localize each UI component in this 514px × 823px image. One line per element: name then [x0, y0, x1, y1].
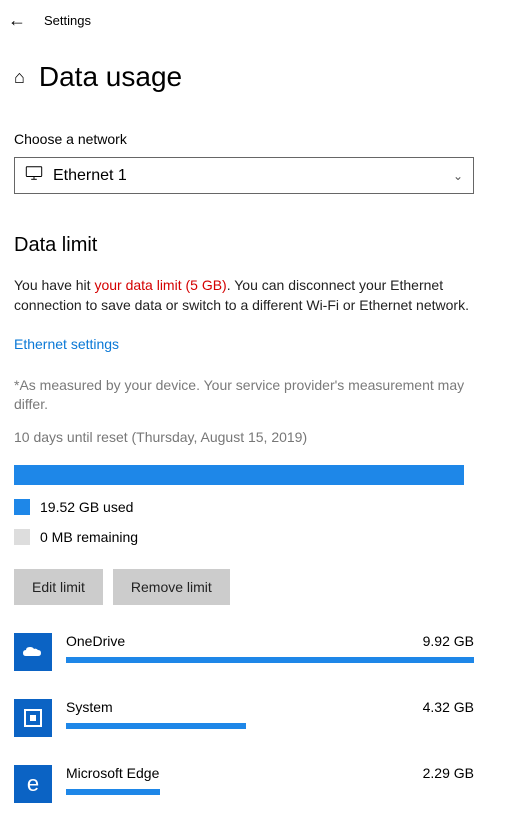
- app-amount: 2.29 GB: [423, 765, 474, 781]
- back-icon[interactable]: ←: [8, 10, 26, 31]
- choose-network-label: Choose a network: [14, 131, 500, 147]
- app-row-onedrive: OneDrive 9.92 GB: [14, 633, 474, 671]
- page-title: Data usage: [39, 61, 182, 93]
- data-limit-red: your data limit (5 GB): [94, 277, 226, 293]
- edit-limit-button[interactable]: Edit limit: [14, 569, 103, 605]
- legend-remaining: 0 MB remaining: [14, 529, 500, 545]
- data-limit-heading: Data limit: [14, 234, 500, 257]
- app-name: Microsoft Edge: [66, 765, 159, 781]
- app-usage-bar: [66, 789, 160, 795]
- onedrive-icon: [14, 633, 52, 671]
- app-amount: 4.32 GB: [423, 699, 474, 715]
- chevron-down-icon: ⌄: [453, 169, 463, 183]
- network-select[interactable]: Ethernet 1 ⌄: [14, 157, 474, 194]
- ethernet-settings-link[interactable]: Ethernet settings: [14, 336, 119, 352]
- data-limit-message: You have hit your data limit (5 GB). You…: [14, 275, 484, 316]
- remove-limit-button[interactable]: Remove limit: [113, 569, 230, 605]
- legend-used: 19.52 GB used: [14, 499, 500, 515]
- network-selected-value: Ethernet 1: [53, 167, 127, 185]
- measurement-disclaimer: *As measured by your device. Your servic…: [14, 376, 484, 415]
- monitor-icon: [25, 166, 43, 185]
- app-usage-bar: [66, 723, 246, 729]
- reset-countdown: 10 days until reset (Thursday, August 15…: [14, 429, 500, 445]
- app-usage-bar: [66, 657, 474, 663]
- swatch-used-icon: [14, 499, 30, 515]
- header-settings-label: Settings: [44, 13, 91, 28]
- legend-used-label: 19.52 GB used: [40, 499, 133, 515]
- system-icon: [14, 699, 52, 737]
- swatch-remaining-icon: [14, 529, 30, 545]
- app-name: OneDrive: [66, 633, 125, 649]
- app-name: System: [66, 699, 113, 715]
- home-icon[interactable]: ⌂: [14, 67, 25, 88]
- legend-remaining-label: 0 MB remaining: [40, 529, 138, 545]
- edge-icon: e: [14, 765, 52, 803]
- app-amount: 9.92 GB: [423, 633, 474, 649]
- usage-bar: [14, 465, 464, 485]
- app-row-edge: e Microsoft Edge 2.29 GB: [14, 765, 474, 803]
- app-row-system: System 4.32 GB: [14, 699, 474, 737]
